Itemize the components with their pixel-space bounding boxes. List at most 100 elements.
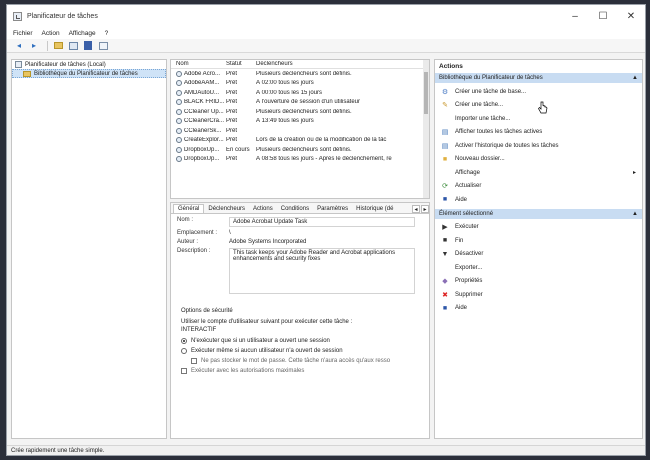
action-item[interactable]: ✖ Supprimer xyxy=(435,288,642,302)
task-row[interactable]: CCleanerSk... Prêt xyxy=(171,126,429,136)
status-bar: Crée rapidement une tâche simple. xyxy=(7,445,645,455)
action-item[interactable]: ◆ Propriétés xyxy=(435,275,642,289)
selected-item-header[interactable]: Élément sélectionné ▲ xyxy=(435,208,642,219)
tab-conditions[interactable]: Conditions xyxy=(277,205,313,213)
help-toolbar-button[interactable] xyxy=(82,41,94,51)
task-name: AMDAutoU... xyxy=(184,89,220,96)
action-item[interactable]: ⟳ Actualiser xyxy=(435,180,642,194)
up-folder-button[interactable] xyxy=(52,41,64,51)
task-name-cell: BLACK FRID... xyxy=(171,99,226,106)
action-label: Propriétés xyxy=(455,278,483,285)
tab-settings[interactable]: Paramètres xyxy=(313,205,352,213)
action-item[interactable]: ■ Aide xyxy=(435,302,642,316)
action-pane-button[interactable] xyxy=(97,41,109,51)
column-triggers[interactable]: Déclencheurs xyxy=(256,61,429,67)
task-status: Prêt xyxy=(226,118,238,125)
action-item[interactable]: ■ Aide xyxy=(435,193,642,207)
show-hide-tree-button[interactable] xyxy=(67,41,79,51)
task-icon xyxy=(176,146,182,153)
highest-privileges-label: Exécuter avec les autorisations maximale… xyxy=(191,368,305,374)
task-trigger: À 02:00 tous les jours xyxy=(256,80,314,87)
task-row[interactable]: CCleaner Up... Prêt Plusieurs déclencheurs… xyxy=(171,107,429,117)
task-icon xyxy=(176,156,182,163)
action-item[interactable]: ▤ Activer l'historique de toutes les tâch… xyxy=(435,139,642,153)
task-status: En cours xyxy=(226,146,250,153)
action-item[interactable]: ▤ Afficher toutes les tâches actives xyxy=(435,126,642,140)
maximize-button[interactable]: ☐ xyxy=(589,5,617,27)
menu-bar: Fichier Action Affichage ? xyxy=(7,27,645,39)
action-item[interactable]: ▶ Exécuter xyxy=(435,221,642,235)
no-password-option[interactable]: Ne pas stocker le mot de passe. Cette tâ… xyxy=(181,358,429,364)
disable-icon: ▼ xyxy=(441,250,449,258)
selected-item-actions-list: ▶ Exécuter ■ Fin ▼ Désactiver Exporter... ◆ Prop… xyxy=(435,221,642,316)
run-whether-logged-option[interactable]: Exécuter même si aucun utilisateur n'a o… xyxy=(181,348,429,354)
task-row[interactable]: CreateExplor... Prêt Lors de la création o… xyxy=(171,136,429,146)
menu-view[interactable]: Affichage xyxy=(69,30,96,37)
task-name: CCleaner Up... xyxy=(184,108,224,115)
description-field[interactable]: This task keeps your Adobe Reader and Ac… xyxy=(229,248,415,294)
selected-item-label: Élément sélectionné xyxy=(439,210,494,217)
tree-root[interactable]: Planificateur de tâches (Local) xyxy=(12,60,166,69)
column-name[interactable]: Nom xyxy=(171,61,226,67)
menu-file[interactable]: Fichier xyxy=(13,30,33,37)
forward-button[interactable]: ▸ xyxy=(28,41,40,51)
checkbox-no-password[interactable] xyxy=(191,358,197,364)
task-row[interactable]: Adobe Acro... Prêt Plusieurs déclencheurs … xyxy=(171,69,429,79)
task-list-scrollbar[interactable] xyxy=(423,60,429,198)
checkbox-highest-privileges[interactable] xyxy=(181,368,187,374)
forward-arrow-icon: ▸ xyxy=(31,41,36,50)
highest-privileges-option[interactable]: Exécuter avec les autorisations maximale… xyxy=(181,368,429,374)
close-button[interactable]: ✕ xyxy=(617,5,645,27)
name-row: Nom : Adobe Acrobat Update Task xyxy=(171,217,429,227)
task-status: Prêt xyxy=(226,156,238,163)
task-row[interactable]: AdobeAAM... Prêt À 02:00 tous les jours xyxy=(171,79,429,89)
task-icon xyxy=(176,137,182,144)
task-row[interactable]: DropboxUp... En cours Plusieurs déclencheu… xyxy=(171,145,429,155)
action-item[interactable]: ▼ Désactiver xyxy=(435,248,642,262)
back-button[interactable]: ◂ xyxy=(13,41,25,51)
author-label: Auteur : xyxy=(177,239,199,245)
tab-next-button[interactable]: ▸ xyxy=(421,205,429,213)
task-row[interactable]: CCleanerCra... Prêt À 13:49 tous les jours xyxy=(171,117,429,127)
task-row[interactable]: AMDAutoU... Prêt À 00:00 tous les 15 jours xyxy=(171,88,429,98)
folder-icon xyxy=(23,70,31,77)
task-icon xyxy=(176,127,182,134)
details-tabs: Général Déclencheurs Actions Conditions … xyxy=(171,203,429,214)
tab-triggers[interactable]: Déclencheurs xyxy=(204,205,249,213)
action-item[interactable]: Affichage ▸ xyxy=(435,166,642,180)
task-trigger: À 13:49 tous les jours xyxy=(256,118,314,125)
task-trigger: Plusieurs déclencheurs sont définis. xyxy=(256,108,352,115)
task-row[interactable]: DropboxUp... Prêt À 08:58 tous les jours -… xyxy=(171,155,429,165)
tab-actions[interactable]: Actions xyxy=(249,205,277,213)
task-status: Prêt xyxy=(226,70,238,77)
action-item[interactable]: ⚙ Créer une tâche de base... xyxy=(435,85,642,99)
task-icon xyxy=(176,70,182,77)
action-item[interactable]: Exporter... xyxy=(435,261,642,275)
column-status[interactable]: Statut xyxy=(226,61,256,67)
action-pane-icon xyxy=(98,41,108,50)
toolbar: ◂ ▸ xyxy=(7,39,645,53)
task-name-cell: DropboxUp... xyxy=(171,156,226,163)
task-name: CCleanerCra... xyxy=(184,118,225,125)
back-arrow-icon: ◂ xyxy=(16,41,21,50)
minimize-button[interactable]: ‒ xyxy=(561,5,589,27)
menu-help[interactable]: ? xyxy=(105,30,109,37)
task-row[interactable]: BLACK FRID... Prêt À l'ouverture de sessio… xyxy=(171,98,429,108)
tab-history[interactable]: Historique (dé xyxy=(352,205,397,213)
menu-action[interactable]: Action xyxy=(42,30,60,37)
delete-icon: ✖ xyxy=(442,291,448,299)
tab-prev-button[interactable]: ◂ xyxy=(412,205,420,213)
run-logged-on-option[interactable]: N'exécuter que si un utilisateur a ouver… xyxy=(181,338,429,344)
action-label: Actualiser xyxy=(455,183,482,190)
action-item[interactable]: ■ Nouveau dossier... xyxy=(435,153,642,167)
name-field[interactable]: Adobe Acrobat Update Task xyxy=(229,217,415,227)
scrollbar-thumb[interactable] xyxy=(424,72,428,114)
radio-run-whether-logged[interactable] xyxy=(181,348,187,354)
radio-run-logged-on[interactable] xyxy=(181,338,187,344)
tree-item-library[interactable]: Bibliothèque du Planificateur de tâches xyxy=(12,69,166,78)
action-label: Exporter... xyxy=(455,264,483,271)
library-actions-header[interactable]: Bibliothèque du Planificateur de tâches … xyxy=(435,73,642,83)
tab-general[interactable]: Général xyxy=(173,204,205,213)
action-item[interactable]: ■ Fin xyxy=(435,234,642,248)
task-trigger: À l'ouverture de session d'un utilisateu… xyxy=(256,99,361,106)
